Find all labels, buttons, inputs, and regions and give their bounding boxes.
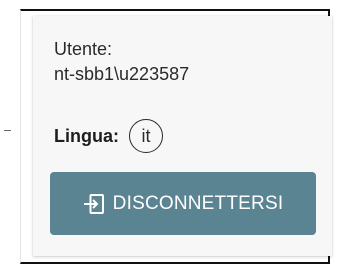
account-dropdown-panel: Utente: nt-sbb1\u223587 Lingua: it DISCO… [33, 16, 332, 256]
user-value: nt-sbb1\u223587 [54, 64, 190, 84]
page: Utente: nt-sbb1\u223587 Lingua: it DISCO… [0, 0, 337, 268]
logout-button-label: DISCONNETTERSI [112, 192, 284, 214]
logout-button[interactable]: DISCONNETTERSI [50, 172, 316, 235]
language-selector[interactable]: it [129, 119, 163, 153]
language-row: Lingua: it [54, 118, 163, 154]
language-label: Lingua: [54, 125, 119, 146]
sign-out-icon [83, 193, 105, 215]
divider-tick [4, 130, 11, 131]
user-label: Utente: [54, 39, 113, 59]
